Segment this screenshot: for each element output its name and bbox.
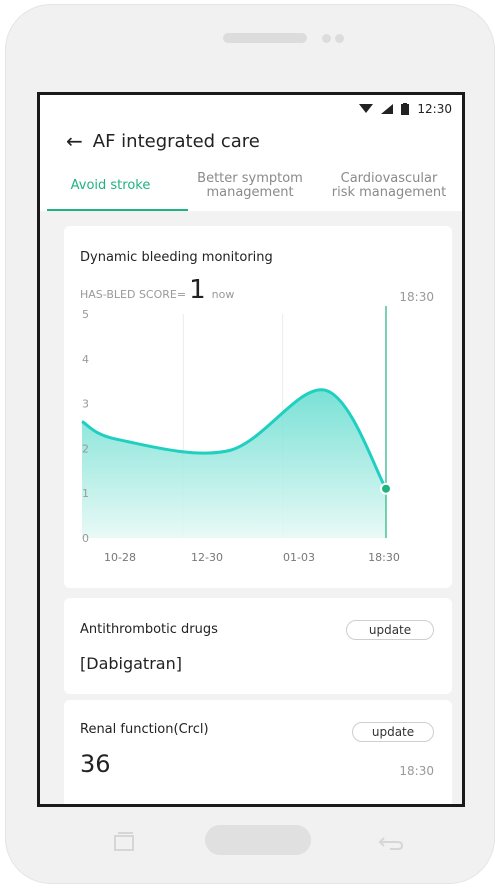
camera-dot: [322, 34, 331, 43]
bleeding-card-title: Dynamic bleeding monitoring: [80, 250, 273, 265]
back-nav-icon[interactable]: [376, 832, 406, 857]
y-tick-label: 3: [82, 398, 89, 411]
page-title: AF integrated care: [92, 130, 260, 152]
drugs-update-button[interactable]: update: [346, 620, 434, 640]
has-bled-score: HAS-BLED SCORE= 1 now: [80, 275, 235, 305]
y-tick-label: 0: [82, 532, 89, 545]
score-label: HAS-BLED SCORE=: [80, 288, 187, 301]
score-value: 1: [189, 275, 206, 305]
drugs-value: [Dabigatran]: [80, 654, 182, 673]
app-bar: ← AF integrated care: [40, 122, 462, 160]
score-time: 18:30: [399, 290, 434, 304]
speaker-grille: [223, 33, 307, 43]
x-tick-label: 18:30: [368, 551, 400, 564]
antithrombotic-drugs-card[interactable]: Antithrombotic drugs update [Dabigatran]: [64, 598, 452, 694]
x-tick-label: 12-30: [191, 551, 223, 564]
tab-cardiovascular-risk-management[interactable]: Cardiovascular risk management: [319, 171, 459, 200]
tab-better-symptom-management[interactable]: Better symptom management: [181, 171, 319, 200]
recent-apps-icon[interactable]: [108, 831, 138, 856]
y-tick-label: 2: [82, 442, 89, 455]
wifi-icon: [359, 103, 374, 113]
bleeding-monitoring-card[interactable]: Dynamic bleeding monitoring HAS-BLED SCO…: [64, 226, 452, 588]
renal-card-title: Renal function(Crcl): [80, 722, 209, 737]
y-tick-label: 4: [82, 353, 89, 366]
renal-value: 36: [80, 750, 111, 778]
chart-area: [82, 389, 386, 538]
sensor-dot: [335, 34, 344, 43]
bleeding-chart: 0 1 2 3 4 5 10-28 12-30 01-03 18:30: [81, 306, 400, 564]
arrow-left-icon[interactable]: ←: [66, 129, 83, 153]
status-bar: 12:30: [40, 95, 462, 122]
battery-icon: [401, 102, 410, 115]
chart-current-point[interactable]: [380, 482, 392, 495]
tab-avoid-stroke[interactable]: Avoid stroke: [40, 178, 181, 193]
status-time: 12:30: [417, 101, 452, 116]
x-tick-label: 01-03: [283, 551, 315, 564]
signal-icon: [381, 103, 394, 114]
home-button[interactable]: [205, 825, 311, 855]
renal-function-card[interactable]: Renal function(Crcl) update 36 18:30: [64, 700, 452, 804]
tab-bar: Avoid stroke Better symptom management Ca…: [40, 160, 462, 211]
y-tick-label: 5: [82, 308, 89, 321]
renal-time: 18:30: [399, 764, 434, 778]
active-tab-indicator: [47, 209, 188, 211]
score-when: now: [211, 288, 235, 301]
y-tick-label: 1: [82, 487, 89, 500]
drugs-card-title: Antithrombotic drugs: [80, 622, 218, 637]
renal-update-button[interactable]: update: [352, 722, 434, 742]
x-tick-label: 10-28: [104, 551, 136, 564]
device-screen: 12:30 ← AF integrated care Avoid stroke …: [37, 92, 465, 807]
